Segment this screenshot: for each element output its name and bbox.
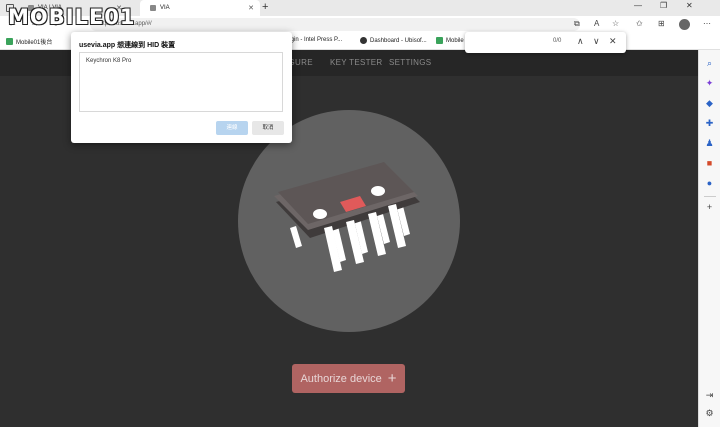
add-icon[interactable]: +: [704, 202, 715, 213]
copilot-icon[interactable]: ✦: [704, 78, 715, 89]
via-favicon-icon: [150, 5, 156, 11]
outlook-icon[interactable]: ●: [704, 178, 715, 189]
bookmark-favicon-icon: [360, 37, 367, 44]
device-list: Keychron K8 Pro: [79, 52, 283, 112]
find-count: 0/0: [553, 38, 562, 44]
settings-gear-icon[interactable]: ⚙: [704, 408, 715, 419]
bookmark-item[interactable]: Dashboard - Ubisof...: [360, 37, 427, 44]
games-icon[interactable]: ♟: [704, 138, 715, 149]
nav-key-tester[interactable]: KEY TESTER: [330, 58, 383, 67]
office-icon[interactable]: ■: [704, 158, 715, 169]
sidebar-divider: [704, 196, 716, 197]
chip-icon: [274, 162, 420, 272]
cancel-button[interactable]: 取消: [252, 121, 284, 135]
bookmark-item[interactable]: Mobile: [436, 37, 464, 44]
minimize-icon[interactable]: —: [634, 1, 642, 10]
connect-button[interactable]: 連線: [216, 121, 248, 135]
more-menu-icon[interactable]: ⋯: [703, 19, 711, 28]
shopping-icon[interactable]: ◆: [704, 98, 715, 109]
close-tab-icon[interactable]: ✕: [248, 4, 254, 12]
device-item[interactable]: Keychron K8 Pro: [86, 58, 131, 64]
tab-title: VIA: [160, 5, 170, 11]
nav-settings[interactable]: SETTINGS: [389, 58, 431, 67]
tab-via-active[interactable]: VIA ✕: [140, 0, 260, 16]
watermark-text: MOBILE01: [8, 5, 136, 29]
favorites-icon[interactable]: ✩: [636, 19, 643, 28]
bookmark-favicon-icon: [436, 37, 443, 44]
read-aloud-icon[interactable]: A: [594, 19, 599, 28]
bookmark-favicon-icon: [6, 38, 13, 45]
dialog-title: usevia.app 想連線到 HID 裝置: [79, 42, 176, 49]
device-illustration: [238, 110, 460, 332]
app-available-icon[interactable]: ⧉: [574, 19, 580, 29]
address-bar[interactable]: https://usevia.app/#/: [90, 18, 580, 31]
close-find-icon[interactable]: ✕: [609, 36, 617, 47]
maximize-icon[interactable]: ❐: [660, 1, 667, 10]
bookmark-item[interactable]: Login - Intel Press P...: [284, 37, 342, 43]
authorize-device-button[interactable]: Authorize device +: [292, 364, 405, 393]
close-window-icon[interactable]: ✕: [686, 1, 693, 10]
favorite-star-icon[interactable]: ☆: [612, 19, 619, 28]
hid-permission-dialog: usevia.app 想連線到 HID 裝置 Keychron K8 Pro 連…: [71, 32, 292, 143]
tools-icon[interactable]: ✚: [704, 118, 715, 129]
bookmark-label: Mobile01後台: [16, 40, 53, 46]
collections-icon[interactable]: ⊞: [658, 19, 665, 28]
watermark-logo: MOBILE01: [8, 2, 136, 32]
plus-icon: +: [387, 370, 397, 387]
find-next-icon[interactable]: ∨: [593, 36, 600, 47]
hide-sidebar-icon[interactable]: ⇥: [704, 390, 715, 401]
bookmark-label: Dashboard - Ubisof...: [370, 37, 427, 44]
edge-sidebar: ⌕ ✦ ◆ ✚ ♟ ■ ● + ⇥ ⚙: [698, 50, 720, 427]
bookmark-label: Login - Intel Press P...: [284, 37, 343, 43]
profile-avatar[interactable]: [679, 19, 690, 30]
find-previous-icon[interactable]: ∧: [577, 36, 584, 47]
bookmark-item[interactable]: Mobile01後台: [6, 37, 52, 46]
authorize-label: Authorize device: [300, 372, 382, 385]
new-tab-icon[interactable]: +: [262, 1, 268, 13]
bookmark-label: Mobile: [446, 37, 464, 44]
find-bar: 0/0 ∧ ∨ ✕: [465, 32, 626, 53]
search-icon[interactable]: ⌕: [704, 58, 715, 69]
